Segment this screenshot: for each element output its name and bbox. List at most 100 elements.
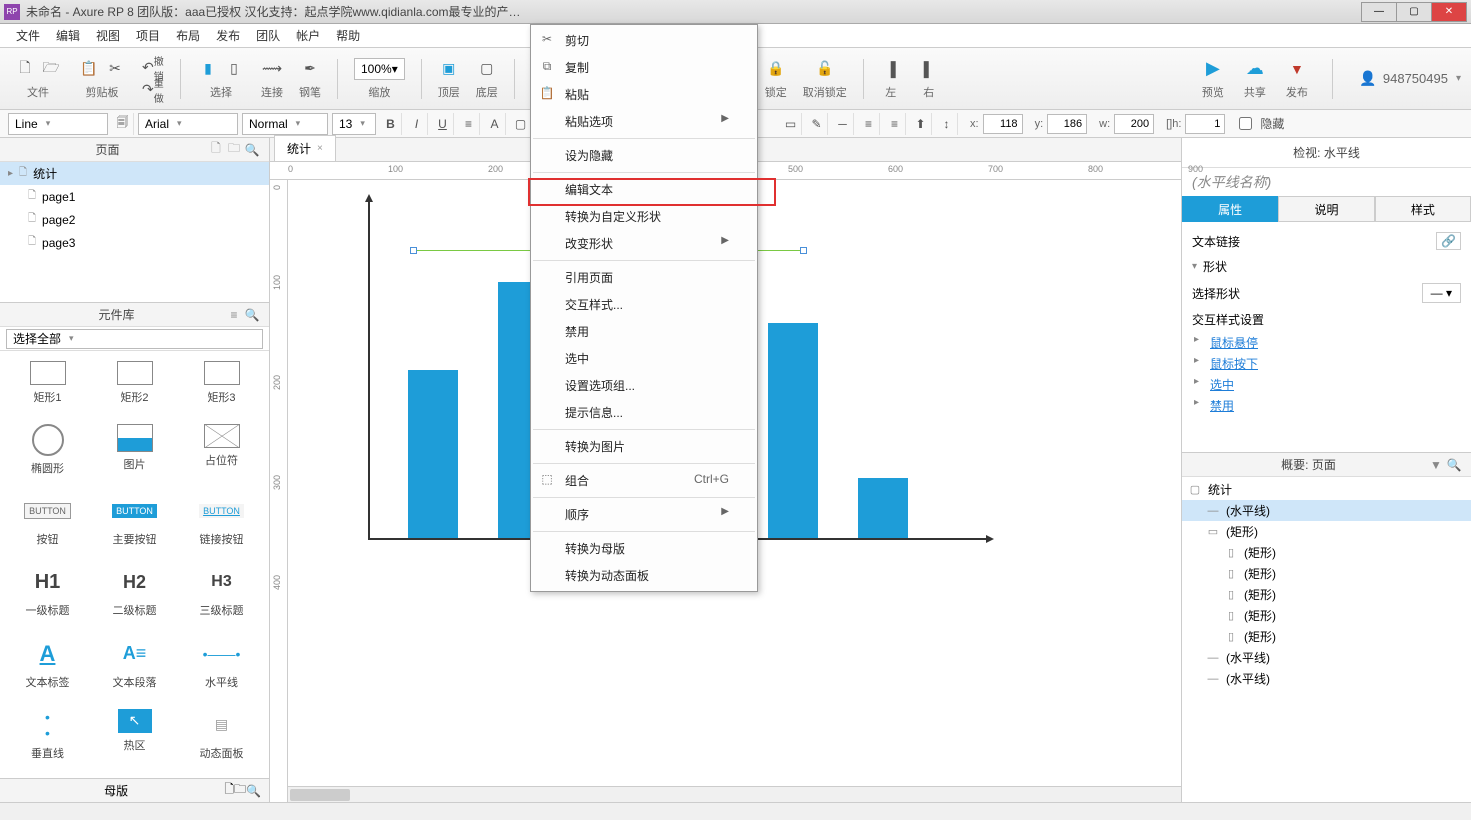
- weight-combo[interactable]: Normal: [242, 113, 328, 135]
- add-folder-icon[interactable]: 🗀: [225, 139, 243, 160]
- ctx-交互样式...[interactable]: 交互样式...: [531, 291, 757, 318]
- page-tree-item[interactable]: 🗋page1: [0, 185, 269, 208]
- fill-button[interactable]: ▢: [510, 113, 532, 135]
- tool-pen[interactable]: ✒ 钢笔: [299, 58, 321, 100]
- menu-发布[interactable]: 发布: [208, 25, 248, 46]
- ctx-编辑文本[interactable]: 编辑文本: [531, 176, 757, 203]
- style-copy-icon[interactable]: 🗐: [112, 113, 134, 135]
- bordercolor-button[interactable]: ▭: [780, 113, 802, 135]
- widget-rect[interactable]: 矩形2: [91, 355, 178, 418]
- tool-share[interactable]: ☁ 共享: [1244, 58, 1266, 100]
- tool-preview[interactable]: ▶ 预览: [1202, 58, 1224, 100]
- widget-h2[interactable]: H2二级标题: [91, 560, 178, 631]
- widget-button-link[interactable]: BUTTON链接按钮: [178, 489, 265, 560]
- inspect-tab-样式[interactable]: 样式: [1375, 196, 1471, 222]
- tool-lock[interactable]: 🔒 锁定: [765, 58, 787, 100]
- tool-toplayer[interactable]: ▣ 顶层: [438, 58, 460, 100]
- menu-布局[interactable]: 布局: [168, 25, 208, 46]
- ctx-设置选项组...[interactable]: 设置选项组...: [531, 372, 757, 399]
- widget-h1[interactable]: H1一级标题: [4, 560, 91, 631]
- menu-帮助[interactable]: 帮助: [328, 25, 368, 46]
- outline-item[interactable]: —(水平线): [1182, 647, 1471, 668]
- add-page-icon[interactable]: 🗋: [207, 139, 225, 160]
- zoom-combo[interactable]: 100% ▾: [354, 58, 405, 80]
- italic-button[interactable]: I: [406, 113, 428, 135]
- outline-item[interactable]: ▯(矩形): [1182, 542, 1471, 563]
- outline-item[interactable]: —(水平线): [1182, 500, 1471, 521]
- tool-alignleft[interactable]: ▐ 左: [880, 58, 902, 100]
- tool-undo[interactable]: ↶ 撤销 ↷ 重做: [142, 57, 164, 101]
- widget-ellipse[interactable]: 椭圆形: [4, 418, 91, 489]
- style-link[interactable]: 鼠标按下: [1192, 353, 1461, 374]
- element-name[interactable]: (水平线名称): [1182, 168, 1471, 196]
- ctx-转换为动态面板[interactable]: 转换为动态面板: [531, 562, 757, 589]
- outline-item[interactable]: ▯(矩形): [1182, 605, 1471, 626]
- chart-bar[interactable]: [408, 370, 458, 538]
- minimize-button[interactable]: —: [1361, 2, 1397, 22]
- ctx-引用页面[interactable]: 引用页面: [531, 264, 757, 291]
- menu-团队[interactable]: 团队: [248, 25, 288, 46]
- widget-dynpanel[interactable]: ▤动态面板: [178, 703, 265, 774]
- scrollbar-thumb[interactable]: [290, 789, 350, 801]
- shape-style-combo[interactable]: Line: [8, 113, 108, 135]
- x-input[interactable]: [983, 114, 1023, 134]
- widget-rect[interactable]: 矩形3: [178, 355, 265, 418]
- bold-button[interactable]: B: [380, 113, 402, 135]
- tool-user[interactable]: 👤948750495▾: [1357, 68, 1461, 90]
- menu-文件[interactable]: 文件: [8, 25, 48, 46]
- h-scrollbar[interactable]: [288, 786, 1181, 802]
- w-input[interactable]: [1114, 114, 1154, 134]
- widget-button[interactable]: BUTTON按钮: [4, 489, 91, 560]
- chart-bar[interactable]: [768, 323, 818, 538]
- search-icon[interactable]: 🔍: [243, 143, 261, 157]
- shape-preview[interactable]: — ▾: [1422, 283, 1461, 303]
- h-input[interactable]: [1185, 114, 1225, 134]
- ctx-复制[interactable]: ⧉复制: [531, 54, 757, 81]
- ctx-粘贴[interactable]: 📋粘贴: [531, 81, 757, 108]
- alignleft-button[interactable]: ≡: [858, 113, 880, 135]
- outline-item[interactable]: ▭(矩形): [1182, 521, 1471, 542]
- widget-textlabel[interactable]: A文本标签: [4, 632, 91, 703]
- shape-section[interactable]: ▾ 形状: [1192, 254, 1461, 279]
- widget-placeholder[interactable]: 占位符: [178, 418, 265, 489]
- add-master-icon[interactable]: 🗋: [224, 780, 234, 801]
- ctx-粘贴选项[interactable]: 粘贴选项▶: [531, 108, 757, 135]
- tool-unlock[interactable]: 🔓 取消锁定: [803, 58, 847, 100]
- widget-rect[interactable]: 矩形1: [4, 355, 91, 418]
- master-folder-icon[interactable]: 🗀: [234, 780, 246, 801]
- style-link[interactable]: 鼠标悬停: [1192, 332, 1461, 353]
- ctx-改变形状[interactable]: 改变形状▶: [531, 230, 757, 257]
- ctx-选中[interactable]: 选中: [531, 345, 757, 372]
- textcolor-button[interactable]: A: [484, 113, 506, 135]
- tool-connect[interactable]: ⟿ 连接: [261, 58, 283, 100]
- menu-项目[interactable]: 项目: [128, 25, 168, 46]
- inspect-tab-说明[interactable]: 说明: [1278, 196, 1374, 222]
- ctx-组合[interactable]: ⬚组合Ctrl+G: [531, 467, 757, 494]
- ctx-提示信息...[interactable]: 提示信息...: [531, 399, 757, 426]
- selection-handle[interactable]: [800, 247, 807, 254]
- page-tree-item[interactable]: 🗋page2: [0, 208, 269, 231]
- menu-编辑[interactable]: 编辑: [48, 25, 88, 46]
- widget-textpara[interactable]: A≡文本段落: [91, 632, 178, 703]
- tool-alignright[interactable]: ▌ 右: [918, 58, 940, 100]
- widget-h3[interactable]: H3三级标题: [178, 560, 265, 631]
- tool-clipboard[interactable]: 📋✂ 剪贴板: [78, 58, 126, 100]
- tool-bottomlayer[interactable]: ▢ 底层: [476, 58, 498, 100]
- ctx-转换为图片[interactable]: 转换为图片: [531, 433, 757, 460]
- outline-item[interactable]: ▢统计: [1182, 479, 1471, 500]
- outline-item[interactable]: ▯(矩形): [1182, 626, 1471, 647]
- inspect-tab-属性[interactable]: 属性: [1182, 196, 1278, 222]
- alignmid-button[interactable]: ↕: [936, 113, 958, 135]
- page-tree-item[interactable]: 🗋page3: [0, 231, 269, 254]
- chart-bar[interactable]: [858, 478, 908, 538]
- ctx-转换为自定义形状[interactable]: 转换为自定义形状: [531, 203, 757, 230]
- outline-item[interactable]: ▯(矩形): [1182, 563, 1471, 584]
- aligncenter-button[interactable]: ≡: [884, 113, 906, 135]
- close-icon[interactable]: ×: [317, 143, 323, 154]
- outline-search-icon[interactable]: 🔍: [1445, 458, 1463, 472]
- ctx-禁用[interactable]: 禁用: [531, 318, 757, 345]
- ctx-顺序[interactable]: 顺序▶: [531, 501, 757, 528]
- outline-item[interactable]: ▯(矩形): [1182, 584, 1471, 605]
- underline-button[interactable]: U: [432, 113, 454, 135]
- menu-视图[interactable]: 视图: [88, 25, 128, 46]
